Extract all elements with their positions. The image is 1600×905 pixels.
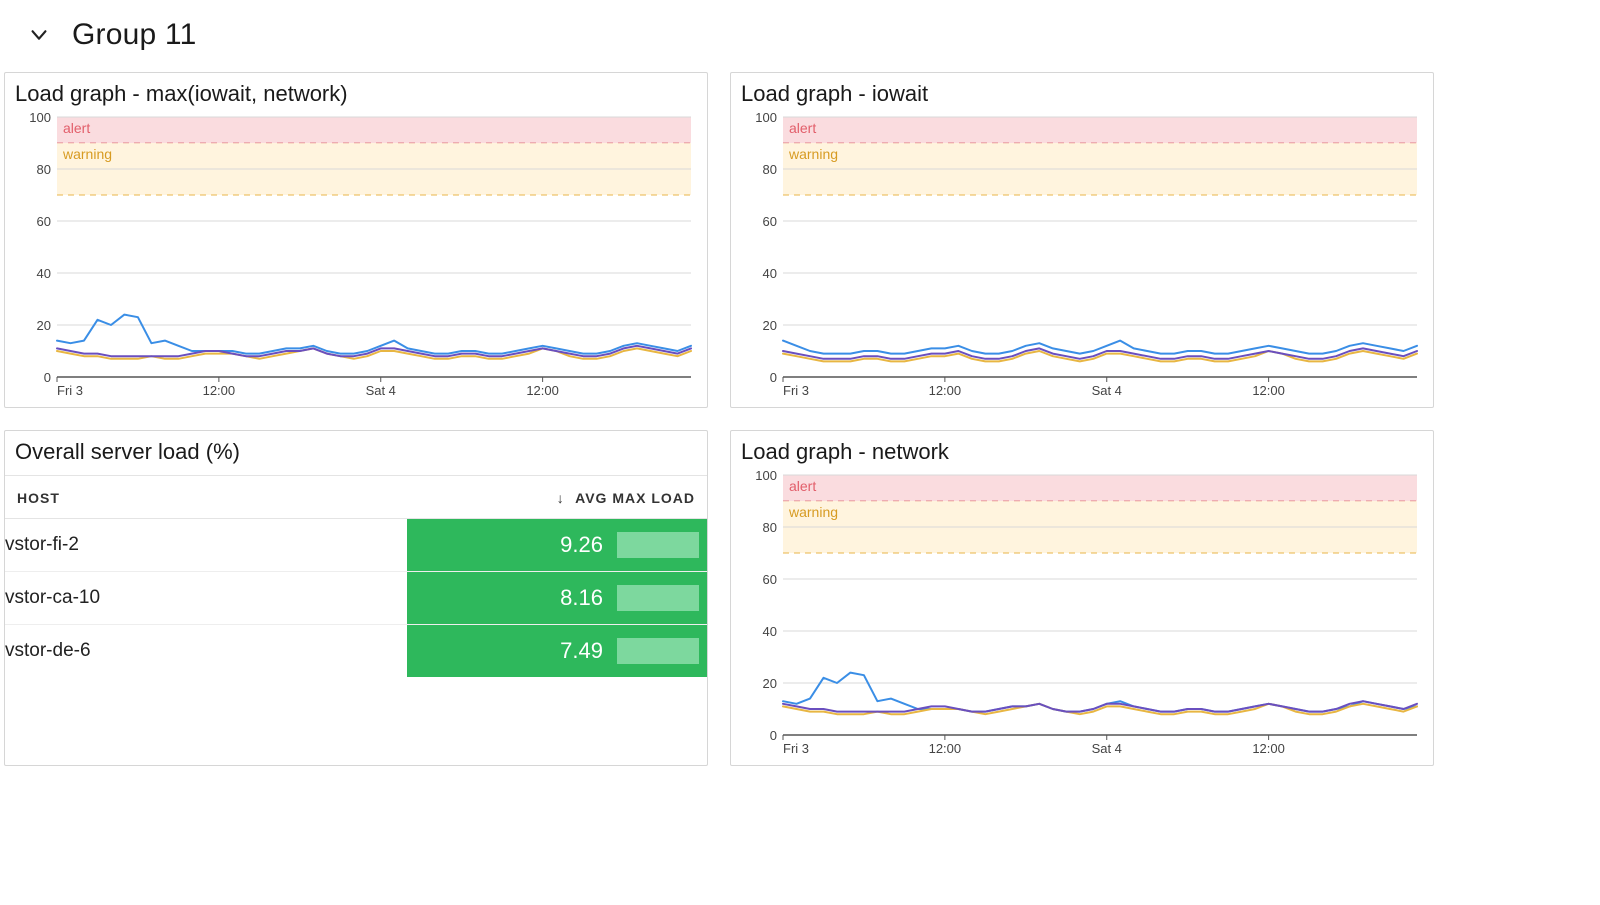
value-number: 8.16 [560, 585, 603, 611]
chart-area: alert warning 0 20 40 60 80 100 Fri 3 12:00 Sat 4 1… [731, 469, 1433, 765]
load-table: HOST ↓ AVG MAX LOAD vstor-fi-2 9.26 [5, 475, 707, 677]
svg-text:40: 40 [37, 266, 51, 281]
value-cell: 7.49 [407, 625, 707, 678]
svg-text:warning: warning [788, 504, 838, 520]
panel-load-max[interactable]: Load graph - max(iowait, network) alert w… [4, 72, 708, 408]
panel-load-iowait[interactable]: Load graph - iowait alert warning 0 20 40 60 8… [730, 72, 1434, 408]
table-row[interactable]: vstor-fi-2 9.26 [5, 519, 707, 572]
svg-text:100: 100 [755, 111, 777, 125]
host-cell: vstor-de-6 [5, 625, 407, 678]
svg-text:80: 80 [763, 520, 777, 535]
svg-text:40: 40 [763, 624, 777, 639]
svg-text:60: 60 [763, 572, 777, 587]
mini-bar [617, 532, 699, 558]
svg-text:12:00: 12:00 [929, 383, 962, 398]
panel-load-network[interactable]: Load graph - network alert warning 0 20 40 60… [730, 430, 1434, 766]
svg-text:alert: alert [789, 120, 816, 136]
group-title: Group 11 [72, 18, 196, 52]
svg-text:alert: alert [63, 120, 90, 136]
svg-text:100: 100 [29, 111, 51, 125]
svg-text:warning: warning [788, 146, 838, 162]
svg-text:12:00: 12:00 [1252, 383, 1285, 398]
svg-text:12:00: 12:00 [929, 741, 962, 756]
svg-text:60: 60 [763, 214, 777, 229]
column-header-label: AVG MAX LOAD [575, 490, 695, 506]
svg-text:0: 0 [44, 370, 51, 385]
svg-text:100: 100 [755, 469, 777, 483]
host-cell: vstor-ca-10 [5, 572, 407, 625]
sort-desc-icon: ↓ [557, 490, 565, 506]
svg-text:12:00: 12:00 [1252, 741, 1285, 756]
value-number: 7.49 [560, 638, 603, 664]
value-cell: 8.16 [407, 572, 707, 625]
value-number: 9.26 [560, 532, 603, 558]
panel-title: Overall server load (%) [5, 431, 707, 475]
svg-text:12:00: 12:00 [203, 383, 236, 398]
svg-text:Fri 3: Fri 3 [783, 383, 809, 398]
chevron-down-icon [28, 24, 50, 46]
svg-text:Fri 3: Fri 3 [783, 741, 809, 756]
panel-title: Load graph - max(iowait, network) [5, 73, 707, 111]
svg-text:12:00: 12:00 [526, 383, 559, 398]
mini-bar [617, 638, 699, 664]
panel-title: Load graph - iowait [731, 73, 1433, 111]
svg-text:alert: alert [789, 478, 816, 494]
table-row[interactable]: vstor-de-6 7.49 [5, 625, 707, 678]
value-cell: 9.26 [407, 519, 707, 572]
svg-text:warning: warning [62, 146, 112, 162]
svg-text:Sat 4: Sat 4 [1092, 383, 1122, 398]
svg-text:80: 80 [37, 162, 51, 177]
svg-text:0: 0 [770, 728, 777, 743]
group-header[interactable]: Group 11 [0, 18, 1600, 72]
panel-overall-load[interactable]: Overall server load (%) HOST ↓ AVG MAX L… [4, 430, 708, 766]
svg-text:80: 80 [763, 162, 777, 177]
chart-area: alert warning 0 20 40 60 80 100 Fri 3 12:00 Sat 4 1… [5, 111, 707, 407]
svg-text:20: 20 [37, 318, 51, 333]
panel-title: Load graph - network [731, 431, 1433, 469]
svg-text:20: 20 [763, 318, 777, 333]
chart-area: alert warning 0 20 40 60 80 100 Fri 3 12:00 Sat 4 1… [731, 111, 1433, 407]
host-cell: vstor-fi-2 [5, 519, 407, 572]
mini-bar [617, 585, 699, 611]
svg-text:60: 60 [37, 214, 51, 229]
table-row[interactable]: vstor-ca-10 8.16 [5, 572, 707, 625]
svg-text:20: 20 [763, 676, 777, 691]
svg-text:Sat 4: Sat 4 [366, 383, 396, 398]
svg-text:0: 0 [770, 370, 777, 385]
column-header-avg-max-load[interactable]: ↓ AVG MAX LOAD [407, 476, 707, 519]
svg-text:40: 40 [763, 266, 777, 281]
column-header-host[interactable]: HOST [5, 476, 407, 519]
svg-text:Sat 4: Sat 4 [1092, 741, 1122, 756]
svg-text:Fri 3: Fri 3 [57, 383, 83, 398]
